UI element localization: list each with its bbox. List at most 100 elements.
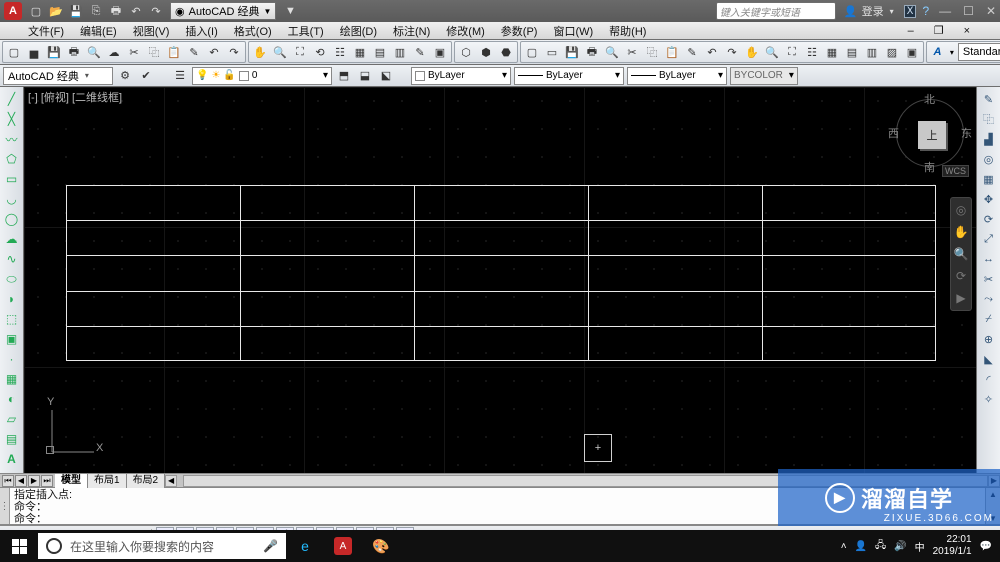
viewcube-face-top[interactable]: 上 <box>918 121 946 149</box>
insert-icon[interactable]: ⬚ <box>3 310 21 328</box>
viewcube-south[interactable]: 南 <box>924 159 935 175</box>
open2-icon[interactable]: ▭ <box>543 43 561 61</box>
ws3-icon[interactable]: ⬣ <box>497 43 515 61</box>
hscroll-left-button[interactable]: ◀ <box>165 475 177 487</box>
command-handle[interactable]: ⋮ <box>0 488 10 524</box>
exchange-icon[interactable]: Ⅹ <box>904 5 917 18</box>
open-icon[interactable]: 📂 <box>48 3 64 19</box>
fillet-icon[interactable]: ◜ <box>980 370 998 388</box>
offset-icon[interactable]: ◎ <box>980 150 998 168</box>
ws-icon[interactable]: ⬡ <box>457 43 475 61</box>
line-icon[interactable]: ╱ <box>3 90 21 108</box>
workspace-selector[interactable]: ◉ AutoCAD 经典 ▼ <box>170 2 276 20</box>
cut-icon[interactable]: ✂ <box>125 43 143 61</box>
trim-icon[interactable]: ✂ <box>980 270 998 288</box>
hatch-icon[interactable]: ▦ <box>3 370 21 388</box>
menu-edit[interactable]: 编辑(E) <box>77 22 120 40</box>
taskbar-clock[interactable]: 22:01 2019/1/1 <box>933 534 972 558</box>
tab-layout2[interactable]: 布局2 <box>127 474 166 488</box>
notifications-icon[interactable]: 💬 <box>980 541 992 552</box>
menu-insert[interactable]: 插入(I) <box>182 22 220 40</box>
paste-icon[interactable]: 📋 <box>165 43 183 61</box>
move-icon[interactable]: ✥ <box>980 190 998 208</box>
menu-parametric[interactable]: 参数(P) <box>498 22 541 40</box>
ellipse-icon[interactable]: ⬭ <box>3 270 21 288</box>
rotate-icon[interactable]: ⟳ <box>980 210 998 228</box>
calc-icon[interactable]: ▣ <box>431 43 449 61</box>
mtext-icon[interactable]: A <box>3 450 21 468</box>
spline-icon[interactable]: ∿ <box>3 250 21 268</box>
undo2-icon[interactable]: ↶ <box>703 43 721 61</box>
help-icon[interactable]: ? <box>922 4 929 18</box>
tray-ime-icon[interactable]: 中 <box>915 539 925 554</box>
zoomwin-icon[interactable]: ⛶ <box>291 43 309 61</box>
explode-icon[interactable]: ✧ <box>980 390 998 408</box>
copy-obj-icon[interactable]: ⿻ <box>980 110 998 128</box>
save-icon[interactable]: 💾 <box>68 3 84 19</box>
linetype-combo[interactable]: ByLayer ▾ <box>514 67 624 85</box>
tray-people-icon[interactable]: 👤 <box>855 541 867 552</box>
ellipsearc-icon[interactable]: ◗ <box>3 290 21 308</box>
tray-volume-icon[interactable]: 🔊 <box>894 541 906 552</box>
paste2-icon[interactable]: 📋 <box>663 43 681 61</box>
doc-close-button[interactable]: × <box>959 25 975 37</box>
layer-states-icon[interactable]: ⬓ <box>356 67 374 85</box>
table-icon[interactable]: ▤ <box>3 430 21 448</box>
doc-restore-button[interactable]: ❐ <box>929 24 949 37</box>
menu-file[interactable]: 文件(F) <box>25 22 67 40</box>
block-icon[interactable]: ▣ <box>3 330 21 348</box>
scale-icon[interactable]: ⤢ <box>980 230 998 248</box>
tab-prev-button[interactable]: ◀ <box>15 475 27 487</box>
redo-icon[interactable]: ↷ <box>225 43 243 61</box>
zoomw2-icon[interactable]: ⛶ <box>783 43 801 61</box>
textstyle-icon[interactable]: A <box>929 43 946 61</box>
plotstyle-combo[interactable]: BYCOLOR ▾ <box>730 67 798 85</box>
minimize-button[interactable]: — <box>939 4 951 18</box>
tray-network-icon[interactable]: 🖧 <box>875 538 886 555</box>
menu-view[interactable]: 视图(V) <box>130 22 173 40</box>
new-icon[interactable]: ▢ <box>5 43 23 61</box>
point-icon[interactable]: · <box>3 350 21 368</box>
viewcube[interactable]: 上 北 南 西 东 WCS <box>890 93 970 173</box>
viewcube-north[interactable]: 北 <box>924 91 935 107</box>
new2-icon[interactable]: ▢ <box>523 43 541 61</box>
tab-first-button[interactable]: ⏮ <box>2 475 14 487</box>
copy2-icon[interactable]: ⿻ <box>643 43 661 61</box>
task-autocad[interactable]: A <box>324 530 362 562</box>
save2-icon[interactable]: 💾 <box>563 43 581 61</box>
gradient-icon[interactable]: ◐ <box>3 390 21 408</box>
mic-icon[interactable]: 🎤 <box>263 539 278 553</box>
publish-icon[interactable]: ☁ <box>105 43 123 61</box>
workspace-combo-2[interactable]: AutoCAD 经典 ▾ <box>3 67 113 85</box>
menu-dimension[interactable]: 标注(N) <box>390 22 433 40</box>
layer-manager-icon[interactable]: ☰ <box>171 67 189 85</box>
tab-last-button[interactable]: ⏭ <box>41 475 53 487</box>
menu-window[interactable]: 窗口(W) <box>550 22 596 40</box>
break-icon[interactable]: ⌿ <box>980 310 998 328</box>
pline-icon[interactable]: 〰 <box>3 130 21 148</box>
steering-wheel-icon[interactable]: ◎ <box>953 202 969 218</box>
saveas-icon[interactable]: ⎘ <box>88 3 104 19</box>
ws2-icon[interactable]: ⬢ <box>477 43 495 61</box>
ss2-icon[interactable]: ▥ <box>863 43 881 61</box>
calc2-icon[interactable]: ▣ <box>903 43 921 61</box>
match2-icon[interactable]: ✎ <box>683 43 701 61</box>
polygon-icon[interactable]: ⬠ <box>3 150 21 168</box>
zoom-icon[interactable]: 🔍 <box>271 43 289 61</box>
showmotion-icon[interactable]: ▶ <box>953 290 969 306</box>
zoom2-icon[interactable]: 🔍 <box>763 43 781 61</box>
revcloud-icon[interactable]: ☁ <box>3 230 21 248</box>
arc-icon[interactable]: ◡ <box>3 190 21 208</box>
sheetset-icon[interactable]: ▥ <box>391 43 409 61</box>
chevron-down-icon[interactable]: ▾ <box>948 48 956 57</box>
tab-next-button[interactable]: ▶ <box>28 475 40 487</box>
join-icon[interactable]: ⊕ <box>980 330 998 348</box>
help-search-input[interactable]: 键入关键字或短语 <box>716 2 836 20</box>
ws-settings-icon[interactable]: ⚙ <box>116 67 134 85</box>
stretch-icon[interactable]: ↔ <box>980 250 998 268</box>
markup-icon[interactable]: ✎ <box>411 43 429 61</box>
menu-help[interactable]: 帮助(H) <box>606 22 649 40</box>
viewcube-wcs[interactable]: WCS <box>942 165 969 177</box>
ucs-icon[interactable]: Y X <box>42 402 102 465</box>
zoomprev-icon[interactable]: ⟲ <box>311 43 329 61</box>
